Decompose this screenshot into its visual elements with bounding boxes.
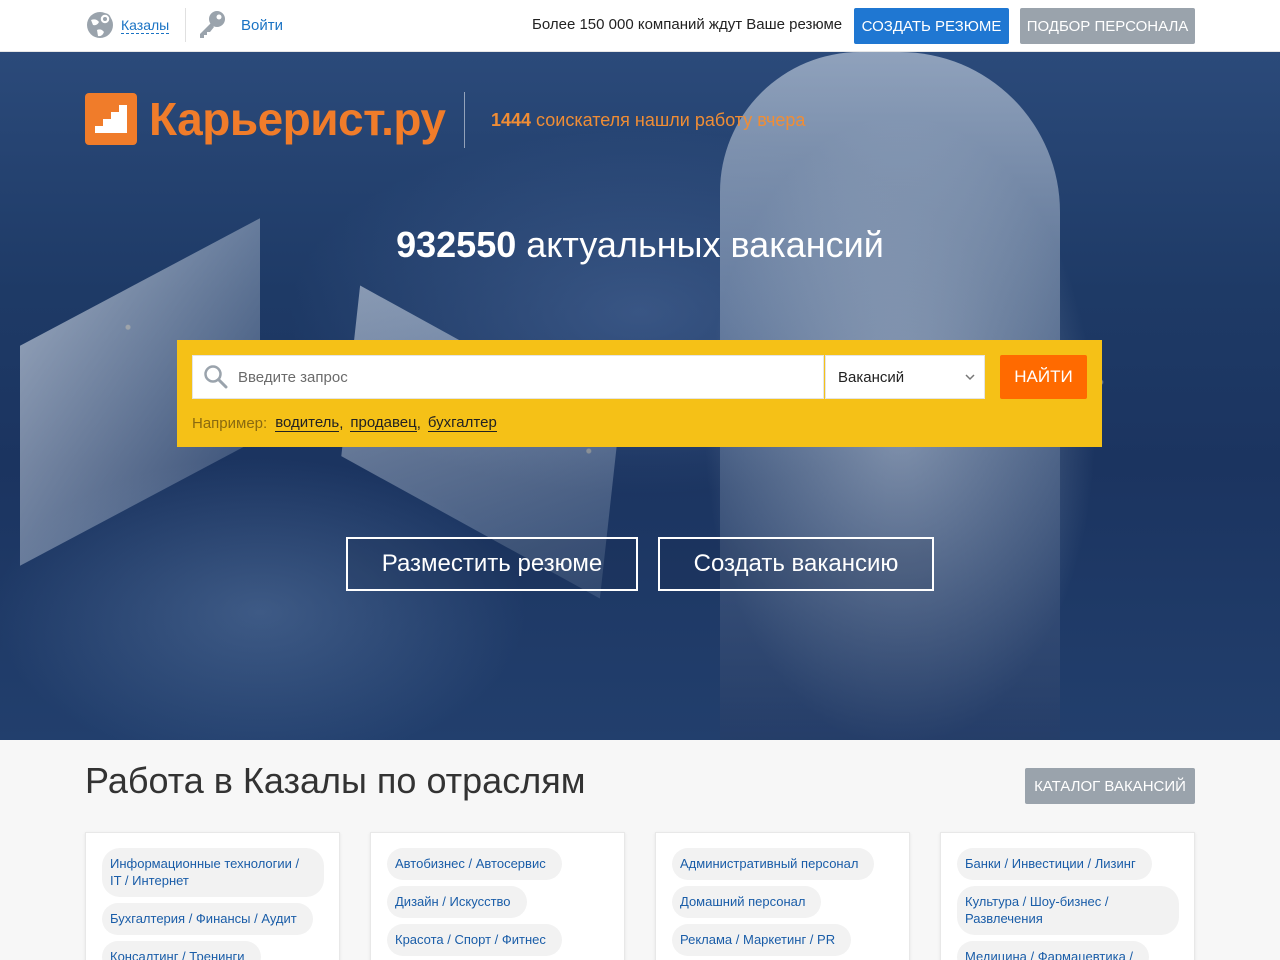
- key-icon: [200, 11, 225, 38]
- industry-link[interactable]: Реклама / Маркетинг / PR: [672, 924, 852, 956]
- vacancy-catalog-button[interactable]: Каталог вакансий: [1025, 768, 1195, 804]
- login-link[interactable]: Войти: [196, 7, 283, 43]
- industry-card: Информационные технологии / IT / Интерне…: [85, 832, 340, 960]
- separator: ,: [416, 415, 421, 432]
- industry-link[interactable]: Домашний персонал: [672, 886, 822, 918]
- tagline-text: соискателя нашли работу вчера: [531, 110, 806, 130]
- create-resume-button[interactable]: Создать резюме: [854, 8, 1009, 44]
- example-link[interactable]: продавец: [350, 415, 417, 432]
- industry-link[interactable]: Автобизнес / Автосервис: [387, 848, 562, 880]
- industry-card: Автобизнес / Автосервис Дизайн / Искусст…: [370, 832, 625, 960]
- vacancy-count: 932550: [396, 224, 517, 265]
- search-field[interactable]: [192, 355, 824, 399]
- search-submit-button[interactable]: Найти: [1000, 355, 1087, 399]
- logo-text: Карьерист.ру: [149, 93, 446, 145]
- search-icon: [204, 365, 228, 389]
- search-panel: Вакансий Найти Например: водитель, прода…: [177, 340, 1102, 447]
- example-link[interactable]: водитель: [275, 415, 340, 432]
- tagline: 1444 соискателя нашли работу вчера: [491, 110, 805, 131]
- search-type-value: Вакансий: [838, 368, 905, 386]
- divider: [185, 8, 186, 42]
- industry-link[interactable]: Культура / Шоу-бизнес / Развлечения: [957, 886, 1179, 935]
- search-examples: Например: водитель, продавец, бухгалтер: [192, 415, 497, 432]
- industry-link[interactable]: Банки / Инвестиции / Лизинг: [957, 848, 1152, 880]
- examples-label: Например:: [192, 415, 268, 432]
- login-label[interactable]: Войти: [241, 17, 283, 34]
- vacancy-count-label: актуальных вакансий: [516, 224, 884, 265]
- industry-cards: Информационные технологии / IT / Интерне…: [85, 832, 1195, 960]
- tagline-count: 1444: [491, 110, 532, 130]
- search-type-select[interactable]: Вакансий: [825, 355, 985, 399]
- divider: [464, 92, 465, 148]
- vacancy-counter: 932550 актуальных вакансий: [0, 224, 1280, 266]
- create-vacancy-button[interactable]: Создать вакансию: [658, 537, 934, 591]
- promo-text: Более 150 000 компаний ждут Ваше резюме: [532, 16, 843, 33]
- industry-link[interactable]: Красота / Спорт / Фитнес: [387, 924, 562, 956]
- search-input[interactable]: [238, 368, 798, 386]
- top-bar: Казалы Войти Более 150 000 компаний ждут…: [0, 0, 1280, 52]
- industry-link[interactable]: Консалтинг / Тренинги: [102, 941, 261, 960]
- globe-icon: [87, 12, 113, 38]
- industries-title: Работа в Казалы по отраслям: [85, 760, 586, 801]
- hire-staff-button[interactable]: Подбор персонала: [1020, 8, 1195, 44]
- city-selector[interactable]: Казалы: [85, 9, 170, 41]
- separator: ,: [339, 415, 344, 432]
- logo-stairs-icon: [85, 93, 137, 145]
- industry-link[interactable]: Административный персонал: [672, 848, 875, 880]
- post-resume-button[interactable]: Разместить резюме: [346, 537, 638, 591]
- industry-link[interactable]: Бухгалтерия / Финансы / Аудит: [102, 903, 313, 935]
- industry-card: Банки / Инвестиции / Лизинг Культура / Ш…: [940, 832, 1195, 960]
- hero-banner: Карьерист.ру 1444 соискателя нашли работ…: [0, 52, 1280, 740]
- example-link[interactable]: бухгалтер: [427, 415, 497, 432]
- industry-link[interactable]: Информационные технологии / IT / Интерне…: [102, 848, 324, 897]
- site-logo[interactable]: Карьерист.ру: [85, 92, 446, 146]
- city-label[interactable]: Казалы: [121, 17, 170, 34]
- industry-link[interactable]: Дизайн / Искусство: [387, 886, 527, 918]
- industry-card: Административный персонал Домашний персо…: [655, 832, 910, 960]
- chevron-down-icon: [965, 374, 975, 381]
- industry-link[interactable]: Медицина / Фармацевтика /: [957, 941, 1150, 960]
